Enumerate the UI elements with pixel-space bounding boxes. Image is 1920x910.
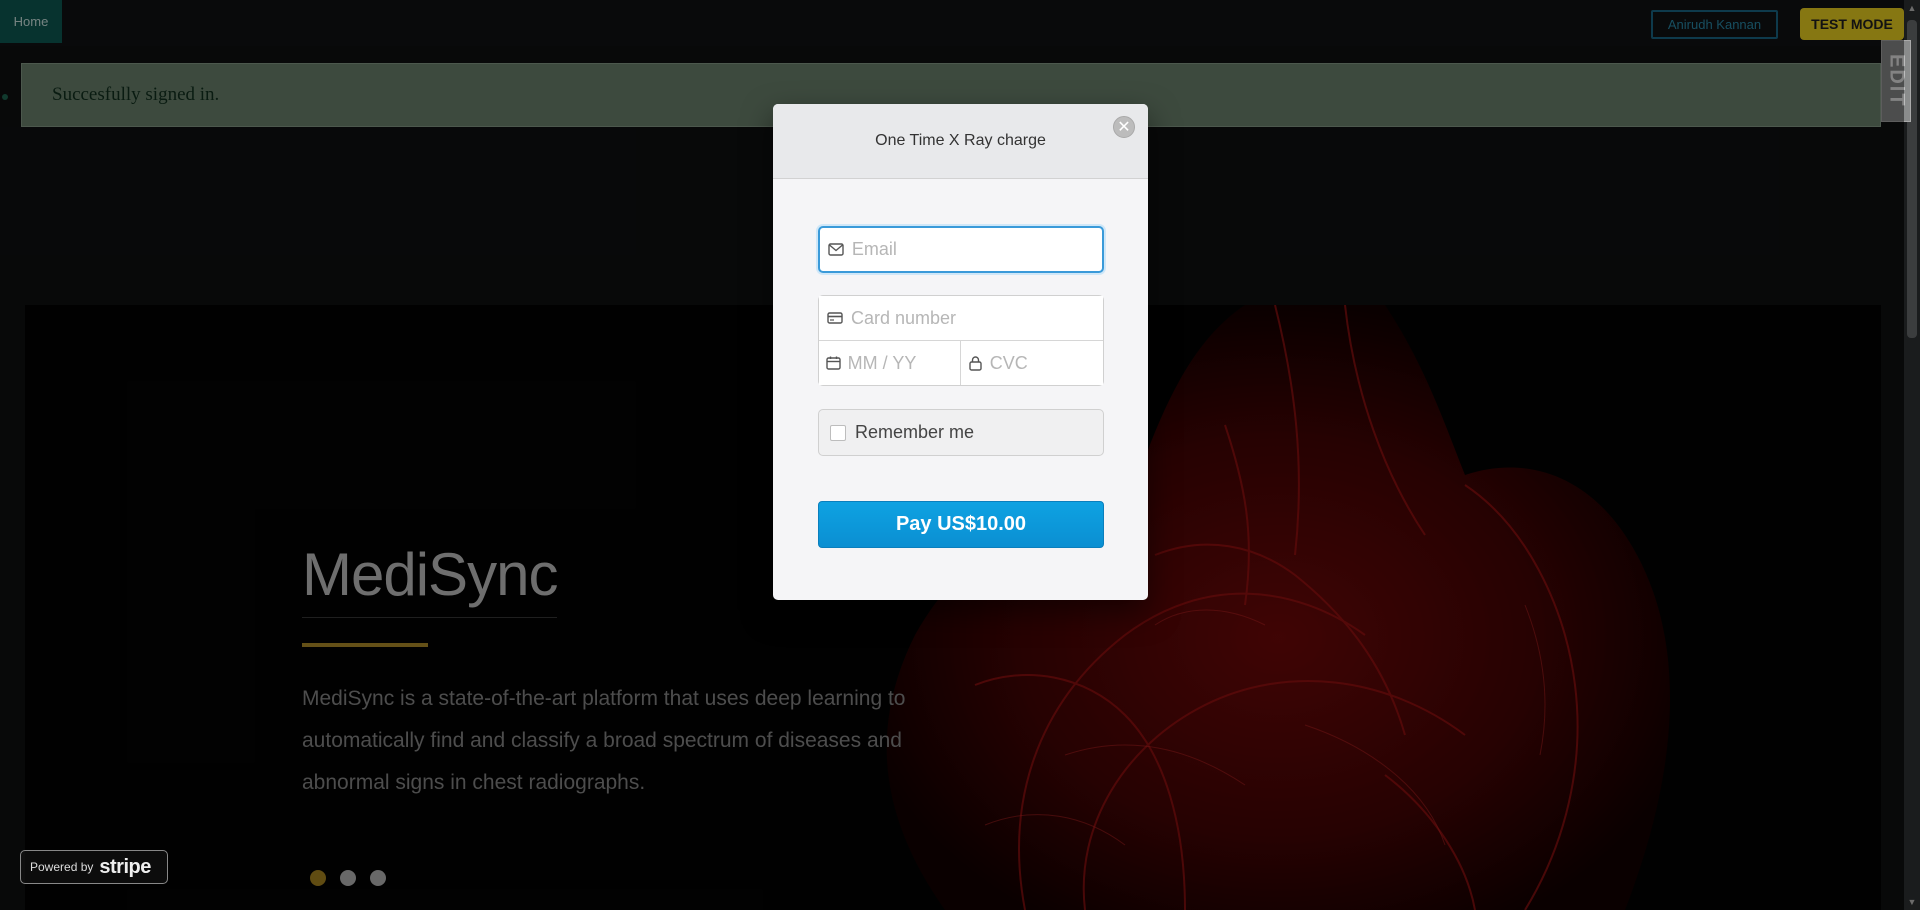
close-icon[interactable]: ✕	[1113, 116, 1135, 138]
expiry-input[interactable]	[847, 352, 960, 374]
credit-card-icon	[819, 296, 851, 340]
email-input[interactable]	[851, 239, 1102, 260]
checkout-modal-header: One Time X Ray charge	[773, 104, 1148, 179]
card-number-input[interactable]	[850, 307, 1103, 329]
remember-me-label: Remember me	[855, 422, 975, 442]
checkout-modal: One Time X Ray charge ✕ Re	[773, 104, 1148, 600]
lock-icon	[961, 341, 990, 385]
checkout-title: One Time X Ray charge	[875, 132, 1046, 149]
calendar-icon	[819, 341, 848, 385]
pay-button[interactable]: Pay US$10.00	[818, 501, 1104, 548]
remember-me-checkbox[interactable]	[830, 424, 846, 441]
stripe-logo: stripe	[99, 855, 151, 878]
cvc-field[interactable]	[961, 341, 1103, 385]
expiry-field[interactable]	[819, 341, 961, 385]
envelope-icon	[820, 228, 852, 271]
powered-by-label: Powered by	[30, 860, 94, 874]
scroll-up-arrow-icon[interactable]: ▲	[1904, 0, 1920, 16]
powered-by-stripe-badge[interactable]: Powered by stripe	[20, 850, 168, 884]
email-field[interactable]	[818, 226, 1104, 273]
card-details-group	[818, 295, 1104, 386]
scroll-down-arrow-icon[interactable]: ▼	[1904, 894, 1920, 910]
card-number-field[interactable]	[819, 296, 1103, 341]
remember-me-option[interactable]: Remember me	[818, 409, 1104, 456]
cvc-input[interactable]	[989, 352, 1103, 374]
